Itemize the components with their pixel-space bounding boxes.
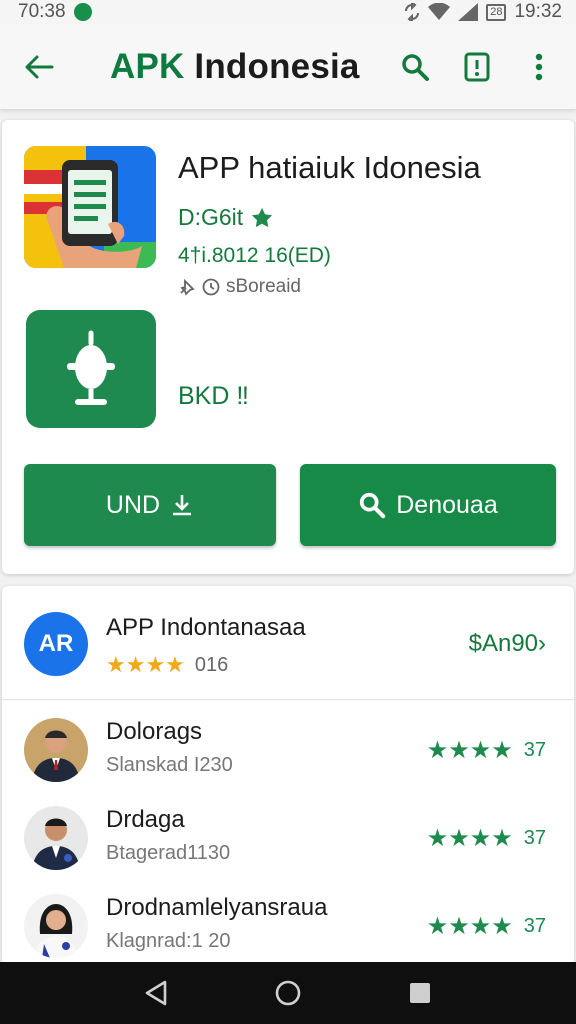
download-icon <box>173 495 192 516</box>
search-app-label: Denouaa <box>396 490 498 519</box>
search-button[interactable] <box>394 46 436 88</box>
list-item-rating: ★★★★ 37 <box>427 824 546 853</box>
report-icon <box>464 52 490 81</box>
microphone-icon <box>67 330 115 405</box>
app-detail-card: APP hatiaiuk Idonesia D:G6it 4†i.8012 16… <box>2 120 574 574</box>
search-icon <box>402 53 429 81</box>
square-recents-icon <box>410 983 430 1003</box>
featured-rating: ★★★★ 016 <box>106 652 228 678</box>
rating-score: 37 <box>523 739 546 761</box>
install-label: UND <box>105 490 161 519</box>
phone-hand-icon <box>24 146 156 268</box>
list-item-rating: ★★★★ 37 <box>427 912 546 941</box>
person-icon <box>24 806 88 870</box>
title-brand: APK <box>110 46 185 86</box>
battery-icon: 28 <box>486 3 507 21</box>
app-version: 4†i.8012 16(ED) <box>178 244 331 267</box>
developer-row[interactable]: D:G6it <box>178 204 273 231</box>
featured-app-name: APP Indontanasaa <box>106 614 306 641</box>
report-button[interactable] <box>456 46 498 88</box>
avatar <box>24 718 88 782</box>
notification-icon <box>73 3 92 21</box>
list-item[interactable]: Drdaga Btagerad1130 ★★★★ 37 <box>2 800 574 886</box>
nav-back-button[interactable] <box>132 969 180 1017</box>
featured-app-avatar: AR <box>24 612 88 676</box>
title-rest: Indonesia <box>184 46 360 86</box>
rating-score: 37 <box>523 827 546 849</box>
pin-icon <box>180 278 195 296</box>
app-list-card: AR APP Indontanasaa ★★★★ 016 $An90› Dolo… <box>2 586 574 966</box>
rating-score: 37 <box>523 915 546 937</box>
system-nav-bar <box>0 962 576 1024</box>
rating-stars: ★★★★ <box>106 652 185 677</box>
list-item-rating: ★★★★ 37 <box>427 736 546 765</box>
developer-name: D:G6it <box>178 204 244 230</box>
wifi-icon <box>428 3 451 20</box>
more-vert-icon <box>535 53 543 80</box>
back-button[interactable] <box>4 24 74 110</box>
secondary-app-icon <box>26 310 156 428</box>
status-clock: 19:32 <box>514 1 562 22</box>
status-time: 70:38 <box>18 1 66 22</box>
rating-stars: ★★★★ <box>426 913 513 940</box>
signal-icon <box>458 3 479 21</box>
person-icon <box>24 894 88 958</box>
search-app-button[interactable]: Denouaa <box>300 464 556 546</box>
app-meta: sBoreaid <box>178 276 301 298</box>
page-title: APK Indonesia <box>110 47 360 87</box>
rating-count: 016 <box>194 653 229 676</box>
nav-recents-button[interactable] <box>396 969 444 1017</box>
more-options-button[interactable] <box>518 46 560 88</box>
nav-home-button[interactable] <box>264 969 312 1017</box>
secondary-label: BKD ‼ <box>178 382 249 410</box>
list-item-subtitle: Btagerad1130 <box>106 842 231 864</box>
featured-app-row[interactable]: AR APP Indontanasaa ★★★★ 016 $An90› <box>2 608 574 700</box>
list-item-subtitle: Slanskad I230 <box>106 754 233 776</box>
list-item-name: Dolorags <box>106 718 203 745</box>
list-item-name: Drdaga <box>106 806 185 833</box>
star-icon <box>252 207 273 227</box>
clock-icon <box>202 278 220 296</box>
person-icon <box>24 718 88 782</box>
featured-price: $An90› <box>468 630 546 657</box>
avatar <box>24 894 88 958</box>
arrow-left-icon <box>25 55 54 78</box>
install-button[interactable]: UND <box>24 464 276 546</box>
sync-icon <box>405 3 420 21</box>
status-bar: 70:38 28 19:32 <box>0 0 576 24</box>
app-icon <box>24 146 156 268</box>
circle-home-icon <box>275 980 301 1006</box>
avatar <box>24 806 88 870</box>
rating-stars: ★★★★ <box>426 737 513 764</box>
list-item-name: Drodnamlelyansraua <box>106 894 328 921</box>
triangle-back-icon <box>145 980 167 1006</box>
meta-text: sBoreaid <box>226 276 301 297</box>
rating-stars: ★★★★ <box>426 825 513 852</box>
app-name: APP hatiaiuk Idonesia <box>178 150 481 185</box>
app-bar: APK Indonesia <box>0 24 576 110</box>
list-item-subtitle: Klagnrad:1 20 <box>106 930 231 952</box>
search-icon <box>360 492 386 519</box>
list-item[interactable]: Dolorags Slanskad I230 ★★★★ 37 <box>2 712 574 798</box>
